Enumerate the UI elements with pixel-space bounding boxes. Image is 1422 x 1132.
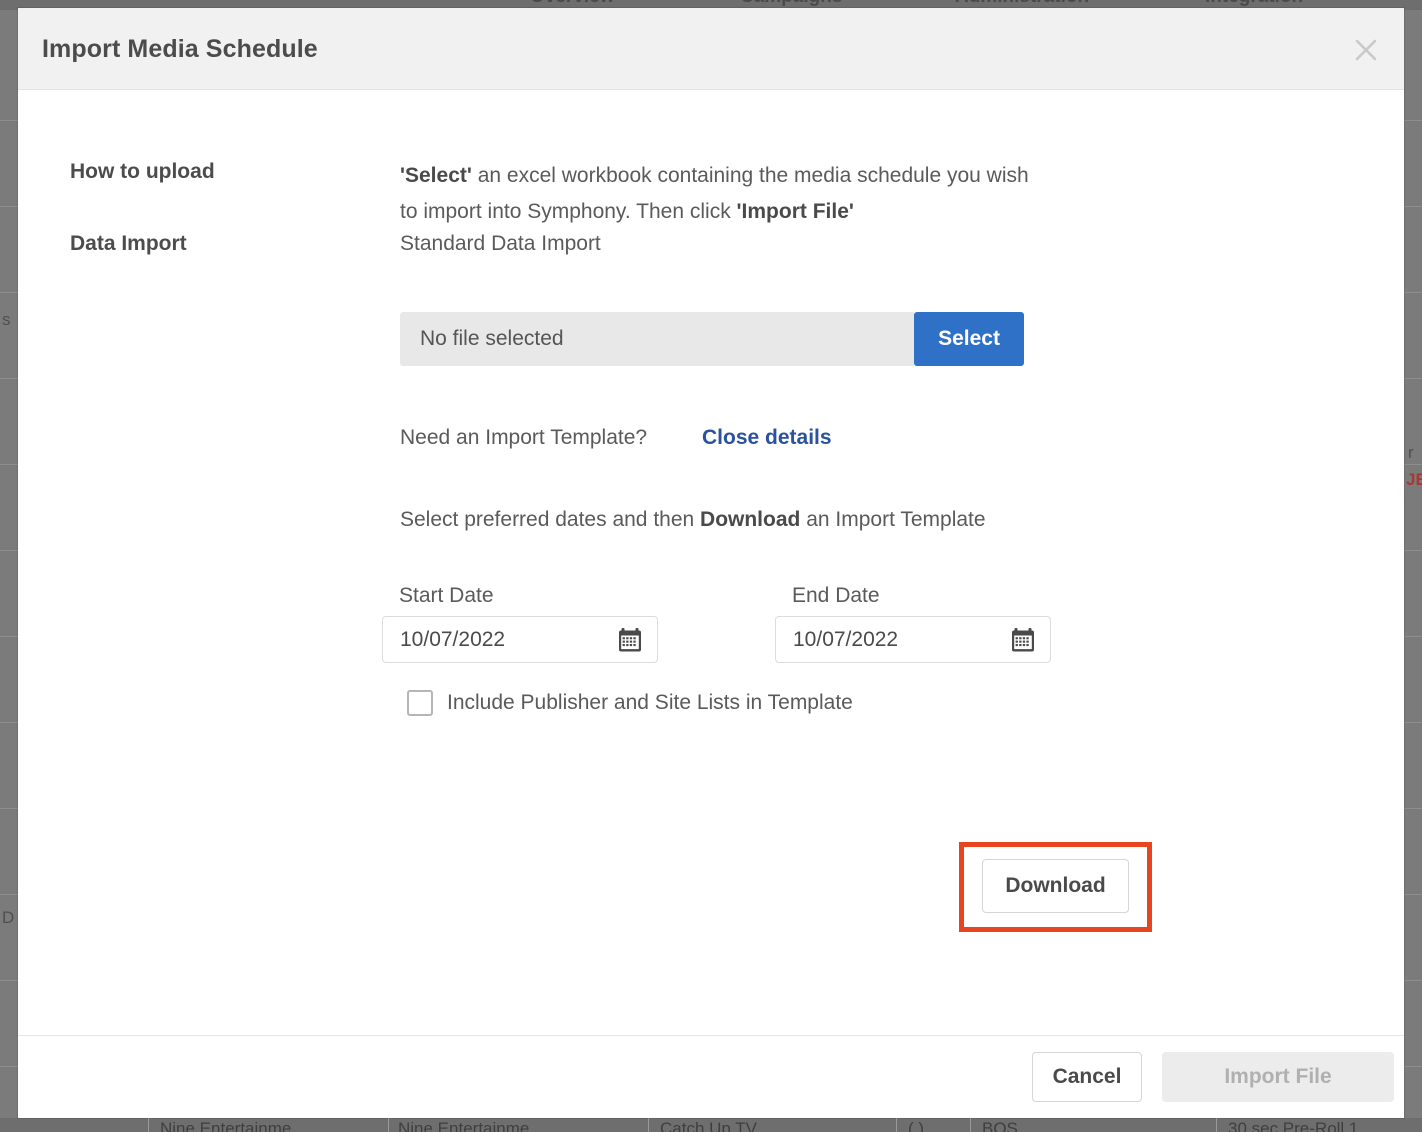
template-hint-suffix: an Import Template bbox=[800, 508, 986, 531]
start-date-value: 10/07/2022 bbox=[400, 627, 506, 651]
background-row-divider bbox=[1404, 120, 1422, 121]
dialog-header: Import Media Schedule bbox=[18, 8, 1404, 90]
toggle-details-link[interactable]: Close details bbox=[702, 426, 832, 450]
include-publisher-site-lists-row[interactable]: Include Publisher and Site Lists in Temp… bbox=[407, 690, 853, 716]
background-left-column bbox=[0, 10, 18, 1122]
background-row-divider bbox=[1404, 550, 1422, 551]
background-text-fragment: D bbox=[2, 908, 15, 927]
background-row-divider bbox=[1404, 206, 1422, 207]
background-row-divider bbox=[1404, 292, 1422, 293]
background-tab: Integration bbox=[1205, 0, 1303, 8]
start-date-input[interactable]: 10/07/2022 bbox=[382, 616, 658, 663]
background-cell-divider bbox=[896, 1118, 897, 1132]
include-publisher-site-lists-label: Include Publisher and Site Lists in Temp… bbox=[447, 691, 853, 714]
background-row-divider bbox=[1404, 636, 1422, 637]
dialog-title: Import Media Schedule bbox=[42, 35, 318, 63]
background-table-cell: Catch Up TV bbox=[660, 1119, 758, 1132]
background-row-divider bbox=[0, 1066, 18, 1067]
background-row-divider bbox=[1404, 808, 1422, 809]
background-row-divider bbox=[0, 120, 18, 121]
background-row-divider bbox=[0, 292, 18, 293]
background-row-divider bbox=[0, 636, 18, 637]
background-right-column bbox=[1404, 10, 1422, 1122]
background-tab: Campaigns bbox=[740, 0, 842, 8]
background-table-cell: Nine Entertainme bbox=[398, 1119, 530, 1132]
download-button[interactable]: Download bbox=[982, 859, 1129, 913]
instructions-select-keyword: 'Select' bbox=[400, 164, 472, 187]
dialog-footer: Cancel Import File bbox=[18, 1035, 1404, 1117]
import-template-prompt: Need an Import Template? bbox=[400, 426, 648, 449]
background-cell-divider bbox=[388, 1118, 389, 1132]
dialog-body: How to upload 'Select' an excel workbook… bbox=[18, 90, 1404, 1035]
end-date-label: End Date bbox=[792, 584, 880, 607]
background-tab: Administration bbox=[955, 0, 1089, 8]
background-row-divider bbox=[0, 206, 18, 207]
end-date-group: End Date 10/07/2022 bbox=[775, 584, 1051, 663]
background-table-cell: 30 sec Pre-Roll 1 bbox=[1228, 1119, 1359, 1132]
background-row-divider bbox=[1404, 722, 1422, 723]
close-icon[interactable] bbox=[1346, 30, 1386, 70]
background-text-fragment: r bbox=[1408, 443, 1414, 462]
file-picker: No file selected Select bbox=[400, 312, 1024, 366]
background-row-divider bbox=[1404, 1066, 1422, 1067]
selected-file-name: No file selected bbox=[400, 312, 914, 366]
calendar-icon[interactable] bbox=[617, 627, 643, 653]
background-tab: Overview bbox=[530, 0, 615, 8]
background-cell-divider bbox=[648, 1118, 649, 1132]
include-publisher-site-lists-checkbox[interactable] bbox=[407, 690, 433, 716]
data-import-label: Data Import bbox=[70, 232, 187, 255]
template-hint-download-keyword: Download bbox=[700, 508, 801, 531]
upload-instructions: 'Select' an excel workbook containing th… bbox=[400, 158, 1040, 230]
end-date-value: 10/07/2022 bbox=[793, 627, 899, 651]
background-row-divider bbox=[0, 808, 18, 809]
instructions-body: an excel workbook containing the media s… bbox=[400, 164, 1029, 223]
background-text-fragment: JE bbox=[1406, 470, 1422, 489]
background-row-divider bbox=[1404, 980, 1422, 981]
background-row-divider bbox=[0, 894, 18, 895]
background-row-divider bbox=[0, 980, 18, 981]
background-cell-divider bbox=[148, 1118, 149, 1132]
background-table-cell: BOS bbox=[982, 1119, 1018, 1132]
how-to-upload-label: How to upload bbox=[70, 160, 215, 183]
template-hint-prefix: Select preferred dates and then bbox=[400, 508, 701, 531]
cancel-button[interactable]: Cancel bbox=[1032, 1052, 1142, 1102]
background-row-divider bbox=[1404, 378, 1422, 379]
background-row-divider bbox=[1404, 464, 1422, 465]
background-row-divider bbox=[0, 722, 18, 723]
background-cell-divider bbox=[970, 1118, 971, 1132]
background-table-cell: ( ) bbox=[908, 1119, 925, 1132]
background-row-divider bbox=[0, 550, 18, 551]
template-hint: Select preferred dates and then Download… bbox=[400, 508, 986, 532]
import-file-button: Import File bbox=[1162, 1052, 1394, 1102]
import-media-schedule-dialog: Import Media Schedule How to upload 'Sel… bbox=[18, 8, 1404, 1118]
instructions-import-keyword: 'Import File' bbox=[736, 200, 854, 223]
start-date-group: Start Date 10/07/2022 bbox=[382, 584, 658, 663]
background-row-divider bbox=[0, 378, 18, 379]
select-file-button[interactable]: Select bbox=[914, 312, 1024, 366]
calendar-icon[interactable] bbox=[1010, 627, 1036, 653]
background-cell-divider bbox=[1216, 1118, 1217, 1132]
end-date-input[interactable]: 10/07/2022 bbox=[775, 616, 1051, 663]
background-row-divider bbox=[0, 464, 18, 465]
background-text-fragment: s bbox=[2, 310, 11, 329]
data-import-value: Standard Data Import bbox=[400, 232, 601, 255]
background-row-divider bbox=[1404, 894, 1422, 895]
start-date-label: Start Date bbox=[399, 584, 494, 607]
background-table-cell: Nine Entertainme bbox=[160, 1119, 292, 1132]
